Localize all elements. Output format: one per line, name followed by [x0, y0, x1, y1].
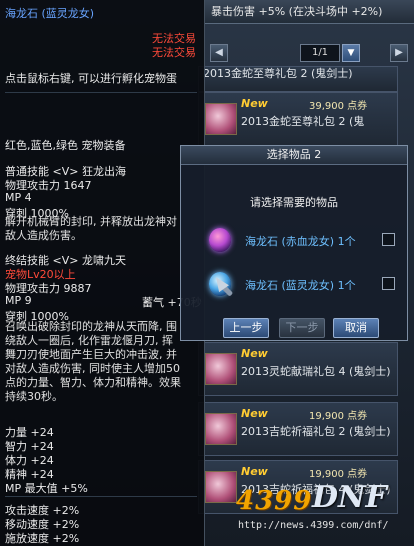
page-indicator: 1/1 — [300, 44, 340, 62]
new-badge: New — [241, 407, 268, 420]
gift-pack-icon — [205, 471, 237, 503]
gift-pack-icon — [205, 353, 237, 385]
top-status-bar: 暴击伤害 +5% (在决斗场中 +2%) — [205, 0, 414, 24]
equip-type: 红色,蓝色,绿色 宠物装备 — [5, 139, 126, 152]
shop-item-row[interactable]: 2013金蛇至尊礼包 2 (鬼剑士) — [198, 66, 398, 92]
option-red-dragon[interactable]: 海龙石 (赤血龙女) 1个 — [205, 226, 401, 254]
skill2-desc: 召唤出破除封印的龙神从天而降, 围绕敌人一圈后, 化作雷龙偃月刀, 挥舞刀刃使地… — [5, 320, 181, 403]
shop-item-row[interactable]: New 39,900 点券 2013金蛇至尊礼包 2 (鬼 — [198, 92, 398, 146]
watermark-logo: 4399 — [236, 486, 313, 516]
pager: 1/1 ▼ — [300, 44, 360, 62]
watermark-brand: DNF — [312, 480, 387, 515]
watermark-url: http://news.4399.com/dnf/ — [238, 520, 389, 531]
next-step-button[interactable]: 下一步 — [279, 318, 325, 338]
stat-mp-max: MP 最大值 +5% — [5, 482, 88, 495]
item-price: 39,900 点券 — [309, 101, 368, 112]
untradable-label: 无法交易 — [152, 46, 196, 59]
top-status-text: 暴击伤害 +5% (在决斗场中 +2%) — [211, 5, 383, 18]
item-price: 19,900 点券 — [309, 469, 368, 480]
new-badge: New — [241, 465, 268, 478]
gift-pack-icon — [205, 103, 237, 135]
tooltip-title: 海龙石 (蓝灵龙女) — [5, 7, 95, 20]
select-item-dialog: 选择物品 2 请选择需要的物品 海龙石 (赤血龙女) 1个 海龙石 (蓝灵龙女)… — [180, 145, 408, 341]
new-badge: New — [241, 97, 268, 110]
page-dropdown-button[interactable]: ▼ — [342, 44, 360, 62]
option-blue-dragon[interactable]: 海龙石 (蓝灵龙女) 1个 — [205, 270, 401, 298]
next-page-arrow[interactable]: ▶ — [390, 44, 408, 62]
dialog-prompt: 请选择需要的物品 — [250, 196, 338, 209]
divider — [5, 92, 197, 93]
option-checkbox[interactable] — [382, 277, 395, 290]
prev-step-button[interactable]: 上一步 — [223, 318, 269, 338]
new-badge: New — [241, 347, 268, 360]
gift-pack-icon — [205, 413, 237, 445]
skill2-mp: MP 9 — [5, 294, 32, 307]
shop-item-name: 2013金蛇至尊礼包 2 (鬼 — [241, 115, 365, 128]
speed-cast: 施放速度 +2% — [5, 532, 80, 545]
item-price: 19,900 点券 — [309, 411, 368, 422]
skill1-desc: 解开机械臂的封印, 并释放出龙神对敌人造成伤害。 — [5, 215, 177, 242]
option-label: 海龙石 (蓝灵龙女) 1个 — [245, 279, 356, 292]
item-tooltip: 海龙石 (蓝灵龙女) 无法交易 无法交易 点击鼠标右键, 可以进行孵化宠物蛋 红… — [0, 0, 205, 546]
option-label: 海龙石 (赤血龙女) 1个 — [245, 235, 356, 248]
shop-item-row[interactable]: New 2013灵蛇献瑞礼包 4 (鬼剑士) — [198, 342, 398, 396]
shop-item-name: 2013吉蛇祈福礼包 2 (鬼剑士) — [241, 425, 391, 438]
pink-gem-icon — [209, 228, 231, 252]
cancel-button[interactable]: 取消 — [333, 318, 379, 338]
option-checkbox[interactable] — [382, 233, 395, 246]
skill1-mp: MP 4 — [5, 191, 32, 204]
shop-item-name: 2013灵蛇献瑞礼包 4 (鬼剑士) — [241, 365, 391, 378]
shop-item-row[interactable]: New 19,900 点券 2013吉蛇祈福礼包 2 (鬼剑士) — [198, 402, 398, 456]
shop-item-name: 2013金蛇至尊礼包 2 (鬼剑士) — [203, 67, 353, 80]
dialog-title: 选择物品 2 — [181, 146, 407, 165]
tooltip-hint: 点击鼠标右键, 可以进行孵化宠物蛋 — [5, 72, 177, 85]
prev-page-arrow[interactable]: ◀ — [210, 44, 228, 62]
site-watermark: 4399 DNF http://news.4399.com/dnf/ — [236, 480, 389, 531]
divider — [5, 496, 197, 497]
